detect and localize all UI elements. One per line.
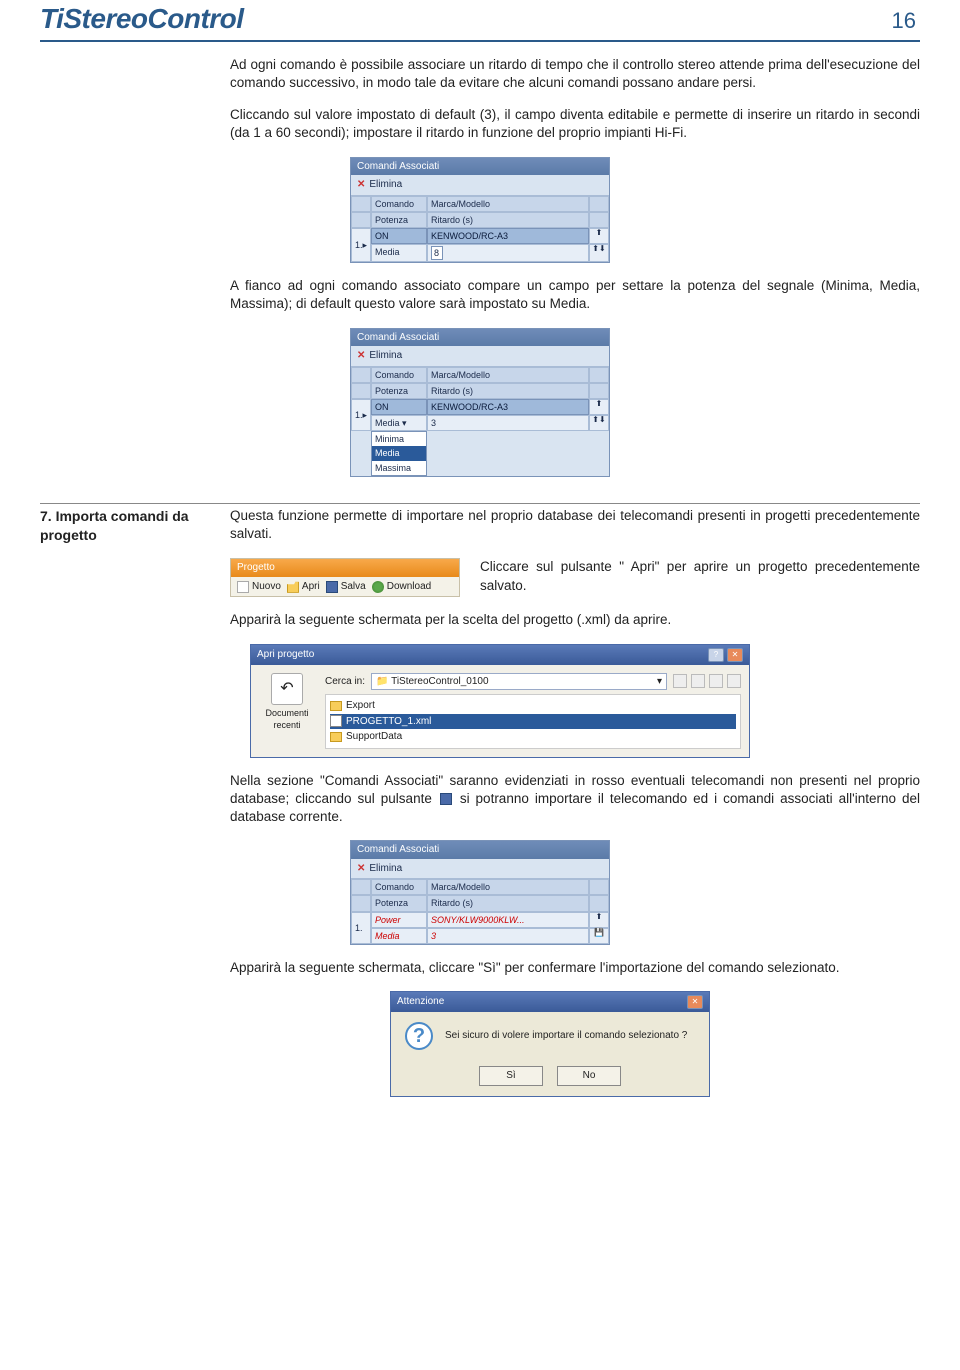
col-ritardo: Ritardo (s) [427, 212, 589, 228]
cmd-power-cell[interactable]: Power [371, 912, 427, 928]
elimina-button[interactable]: ✕ Elimina [351, 175, 609, 196]
xml-icon [330, 715, 342, 727]
paragraph-7: Apparirà la seguente schermata, cliccare… [40, 959, 920, 977]
up-icon[interactable] [691, 674, 705, 688]
file-supportdata[interactable]: SupportData [330, 729, 736, 745]
cmd-on-cell[interactable]: ON [371, 228, 427, 244]
opt-minima[interactable]: Minima [372, 432, 426, 446]
download-icon [372, 581, 384, 593]
brand-sony-cell[interactable]: SONY/KLW9000KLW... [427, 912, 589, 928]
up-arrow-icon[interactable]: ⬆ [589, 399, 609, 415]
ritardo-input-cell[interactable]: 8 [427, 244, 589, 262]
potenza-options[interactable]: Minima Media Massima [371, 431, 427, 475]
progetto-toolbar: Progetto Nuovo Apri Salva Download [230, 558, 460, 597]
up-arrow-icon[interactable]: ⬆ [589, 912, 609, 928]
file-progetto1[interactable]: PROGETTO_1.xml [330, 714, 736, 730]
opt-massima[interactable]: Massima [372, 461, 426, 475]
updown-icon[interactable]: ⬆⬇ [589, 415, 609, 431]
save-icon [440, 793, 452, 805]
expand-icon[interactable]: ▸ [363, 239, 368, 251]
up-arrow-icon[interactable]: ⬆ [589, 228, 609, 244]
updown-icon[interactable]: ⬆⬇ [589, 244, 609, 262]
doc-title: TiStereoControl [40, 0, 244, 38]
doc-header: TiStereoControl 16 [40, 0, 920, 42]
file-list[interactable]: Export PROGETTO_1.xml SupportData [325, 694, 741, 749]
no-button[interactable]: No [557, 1066, 621, 1086]
paragraph-5: Apparirà la seguente schermata per la sc… [40, 611, 920, 629]
newfolder-icon[interactable] [709, 674, 723, 688]
comandi-associati-panel-3: Comandi Associati ✕ Elimina Comando Marc… [350, 840, 610, 945]
nuovo-button[interactable]: Nuovo [237, 580, 281, 594]
paragraph-3: A fianco ad ogni comando associato compa… [40, 277, 920, 313]
comandi-associati-panel-1: Comandi Associati ✕ Elimina Comando Marc… [350, 157, 610, 264]
close-icon: ✕ [357, 349, 365, 363]
save-icon [326, 581, 338, 593]
attenzione-dialog: Attenzione ✕ ? Sei sicuro di volere impo… [390, 991, 710, 1097]
paragraph-1: Ad ogni comando è possibile associare un… [40, 56, 920, 92]
paragraph-6: Nella sezione "Comandi Associati" sarann… [40, 772, 920, 827]
expand-icon[interactable]: ▸ [363, 409, 368, 421]
import-save-icon[interactable]: 💾 [589, 928, 609, 944]
col-potenza: Potenza [371, 212, 427, 228]
section-7-body: Questa funzione permette di importare ne… [230, 503, 920, 545]
ritardo-input[interactable]: 8 [431, 246, 443, 260]
folder-icon [330, 732, 342, 742]
download-button[interactable]: Download [372, 580, 431, 594]
help-button[interactable]: ? [708, 648, 724, 662]
close-icon: ✕ [357, 862, 365, 876]
att-title: Attenzione [397, 995, 444, 1009]
potenza-dropdown[interactable]: Media ▾ [371, 415, 427, 431]
paragraph-2: Cliccando sul valore impostato di defaul… [40, 106, 920, 142]
dialog-title: Apri progetto [257, 648, 314, 662]
att-message: Sei sicuro di volere importare il comand… [445, 1029, 687, 1043]
folder-icon [330, 701, 342, 711]
col-marca: Marca/Modello [427, 196, 589, 212]
panel-title: Comandi Associati [351, 158, 609, 176]
comandi-associati-panel-2: Comandi Associati ✕ Elimina Comando Marc… [350, 328, 610, 477]
chevron-down-icon: ▾ [402, 418, 407, 428]
si-button[interactable]: Sì [479, 1066, 543, 1086]
paragraph-4: Cliccare sul pulsante " Apri" per aprire… [480, 558, 920, 594]
salva-button[interactable]: Salva [326, 580, 366, 594]
row-index: 1. [355, 239, 363, 251]
elimina-button[interactable]: ✕ Elimina [351, 346, 609, 367]
recent-docs-icon[interactable]: ↶ [271, 673, 303, 705]
opt-media[interactable]: Media [372, 446, 426, 460]
col-comando: Comando [371, 196, 427, 212]
close-button[interactable]: ✕ [727, 648, 743, 662]
apri-button[interactable]: Apri [287, 580, 320, 594]
section-7-title: 7. Importa comandi da progetto [40, 503, 230, 545]
brand-cell[interactable]: KENWOOD/RC-A3 [427, 228, 589, 244]
page-number: 16 [892, 6, 920, 38]
elimina-label: Elimina [369, 178, 402, 192]
cerca-in-label: Cerca in: [325, 675, 365, 689]
open-icon [287, 581, 299, 593]
back-icon[interactable] [673, 674, 687, 688]
file-export[interactable]: Export [330, 698, 736, 714]
cerca-in-combo[interactable]: 📁 TiStereoControl_0100 ▾ [371, 673, 667, 691]
progetto-title: Progetto [231, 559, 459, 577]
elimina-button[interactable]: ✕ Elimina [351, 859, 609, 880]
potenza-cell[interactable]: Media [371, 244, 427, 262]
close-button[interactable]: ✕ [687, 995, 703, 1009]
question-icon: ? [405, 1022, 433, 1050]
views-icon[interactable] [727, 674, 741, 688]
new-icon [237, 581, 249, 593]
chevron-down-icon: ▾ [657, 675, 662, 689]
recent-docs-label: Documenti recenti [259, 707, 315, 731]
apri-progetto-dialog: Apri progetto ? ✕ ↶ Documenti recenti Ce… [250, 644, 750, 758]
close-icon: ✕ [357, 178, 365, 192]
